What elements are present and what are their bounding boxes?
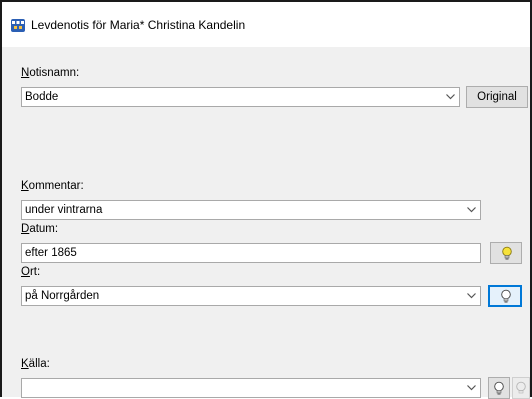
kalla-label: Källa: — [21, 358, 50, 370]
lightbulb-icon — [502, 246, 512, 260]
ort-value: på Norrgården — [25, 290, 100, 302]
datum-input[interactable]: efter 1865 — [21, 243, 481, 263]
ort-label: Ort: — [21, 266, 41, 278]
datum-label: Datum: — [21, 223, 59, 235]
kommentar-combobox[interactable]: under vintrarna — [21, 200, 481, 220]
kalla-lightbulb-button[interactable] — [488, 377, 510, 399]
datum-lightbulb-button[interactable] — [490, 242, 522, 264]
lightbulb-icon — [501, 289, 511, 303]
kommentar-label: Kommentar: — [21, 180, 84, 192]
window-title: Levdenotis för Maria* Christina Kandelin — [31, 18, 246, 32]
kommentar-value: under vintrarna — [25, 204, 103, 216]
notisnamn-label: Notisnamn: — [21, 67, 80, 79]
kalla-combobox[interactable] — [21, 378, 481, 398]
chevron-down-icon[interactable] — [467, 385, 476, 391]
chevron-down-icon[interactable] — [446, 94, 455, 100]
notisnamn-combobox[interactable]: Bodde — [21, 87, 460, 107]
chevron-down-icon[interactable] — [467, 207, 476, 213]
lightbulb-icon — [494, 381, 504, 395]
chevron-down-icon[interactable] — [467, 293, 476, 299]
dialog-body: Notisnamn: Bodde Original Kommentar: und… — [2, 47, 530, 399]
kalla-secondary-button[interactable] — [512, 377, 530, 399]
ort-lightbulb-button[interactable] — [488, 285, 522, 307]
notisnamn-value: Bodde — [25, 91, 59, 103]
disabled-lightbulb-icon — [516, 381, 526, 394]
app-icon — [11, 19, 25, 32]
datum-value: efter 1865 — [25, 247, 77, 259]
title-bar[interactable]: Levdenotis för Maria* Christina Kandelin — [2, 2, 530, 47]
ort-combobox[interactable]: på Norrgården — [21, 286, 481, 306]
original-button[interactable]: Original — [466, 86, 528, 108]
